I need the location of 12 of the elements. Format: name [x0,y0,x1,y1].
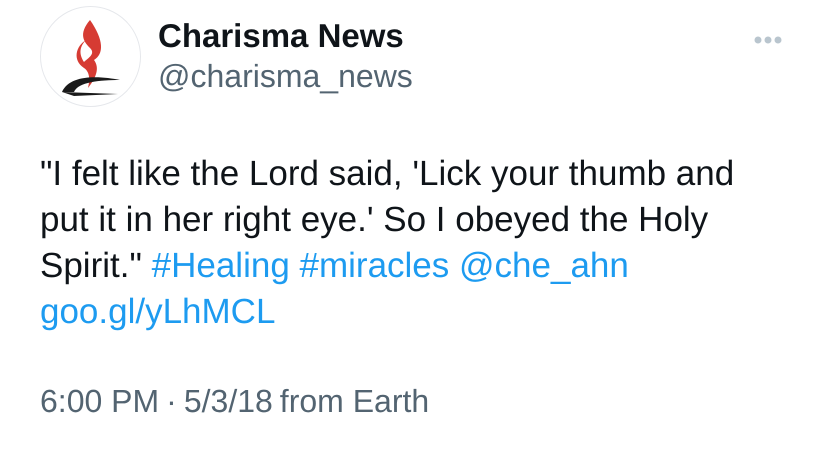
tweet-text: "I felt like the Lord said, 'Lick your thumb and put it in her right eye.' So I obeyed the Holy Spirit." #Healing #miracles @che_ahn goo.gl/yLhMCL [40,153,736,333]
tweet-source: from Earth [280,382,430,421]
flame-logo-icon [60,18,122,96]
author-handle[interactable]: @charisma_news [158,58,413,94]
tweet-link[interactable]: goo.gl/yLhMCL [40,292,276,331]
tweet-link[interactable]: #miracles [300,246,450,285]
separator-dot: · [166,382,177,421]
tweet-date: 5/3/18 [184,382,273,421]
tweet-link[interactable]: @che_ahn [459,246,629,285]
tweet-time: 6:00 PM [40,382,160,421]
tweet-link[interactable]: #Healing [152,246,290,285]
author-name[interactable]: Charisma News [158,18,413,54]
